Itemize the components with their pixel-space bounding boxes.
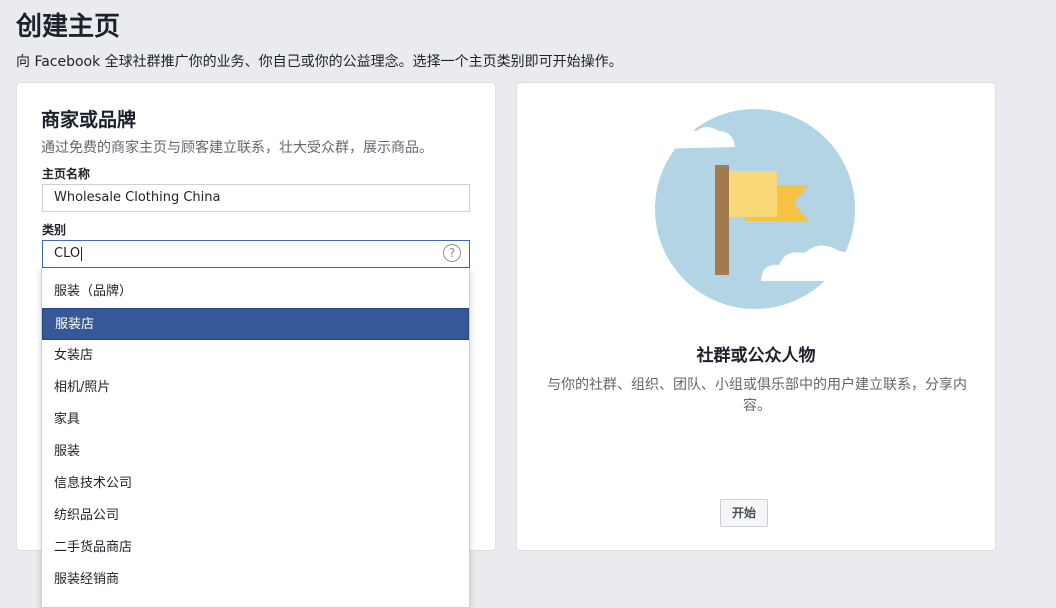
text-caret [81,246,83,261]
category-input[interactable]: CLO ? [42,240,470,268]
start-button[interactable]: 开始 [720,499,768,527]
community-card-description: 与你的社群、组织、团队、小组或俱乐部中的用户建立联系，分享内容。 [547,377,967,414]
category-dropdown: 服装（品牌） 服装店 女装店 相机/照片 家具 服装 信息技术公司 纺织品公司 … [41,268,470,608]
help-icon[interactable]: ? [443,244,461,262]
dropdown-item[interactable]: 服装经销商 [42,564,469,596]
dropdown-item[interactable]: 相机/照片 [42,372,469,404]
dropdown-item[interactable]: 二手货品商店 [42,532,469,564]
dropdown-item[interactable]: 家具 [42,404,469,436]
flag-illustration-icon [653,109,865,309]
page-name-label: 主页名称 [42,167,91,181]
page-title: 创建主页 [16,12,121,42]
page-name-input[interactable]: Wholesale Clothing China [42,184,470,212]
dropdown-item[interactable]: 纺织品公司 [42,500,469,532]
category-value: CLO [54,246,81,261]
dropdown-item[interactable]: 信息技术公司 [42,468,469,500]
page-subtitle: 向 Facebook 全球社群推广你的业务、你自己或你的公益理念。选择一个主页类… [16,54,623,70]
dropdown-item[interactable]: 女装店 [42,340,469,372]
category-label: 类别 [42,223,67,237]
dropdown-item[interactable]: 服装 [42,436,469,468]
dropdown-item-selected[interactable]: 服装店 [42,308,469,340]
business-card-title: 商家或品牌 [41,109,137,131]
dropdown-item[interactable]: 服装（品牌） [42,276,469,308]
community-card: 社群或公众人物 与你的社群、组织、团队、小组或俱乐部中的用户建立联系，分享内容。… [516,82,996,551]
page-name-value: Wholesale Clothing China [54,190,221,205]
community-card-title: 社群或公众人物 [696,346,816,366]
business-card-description: 通过免费的商家主页与顾客建立联系，壮大受众群，展示商品。 [41,140,433,156]
